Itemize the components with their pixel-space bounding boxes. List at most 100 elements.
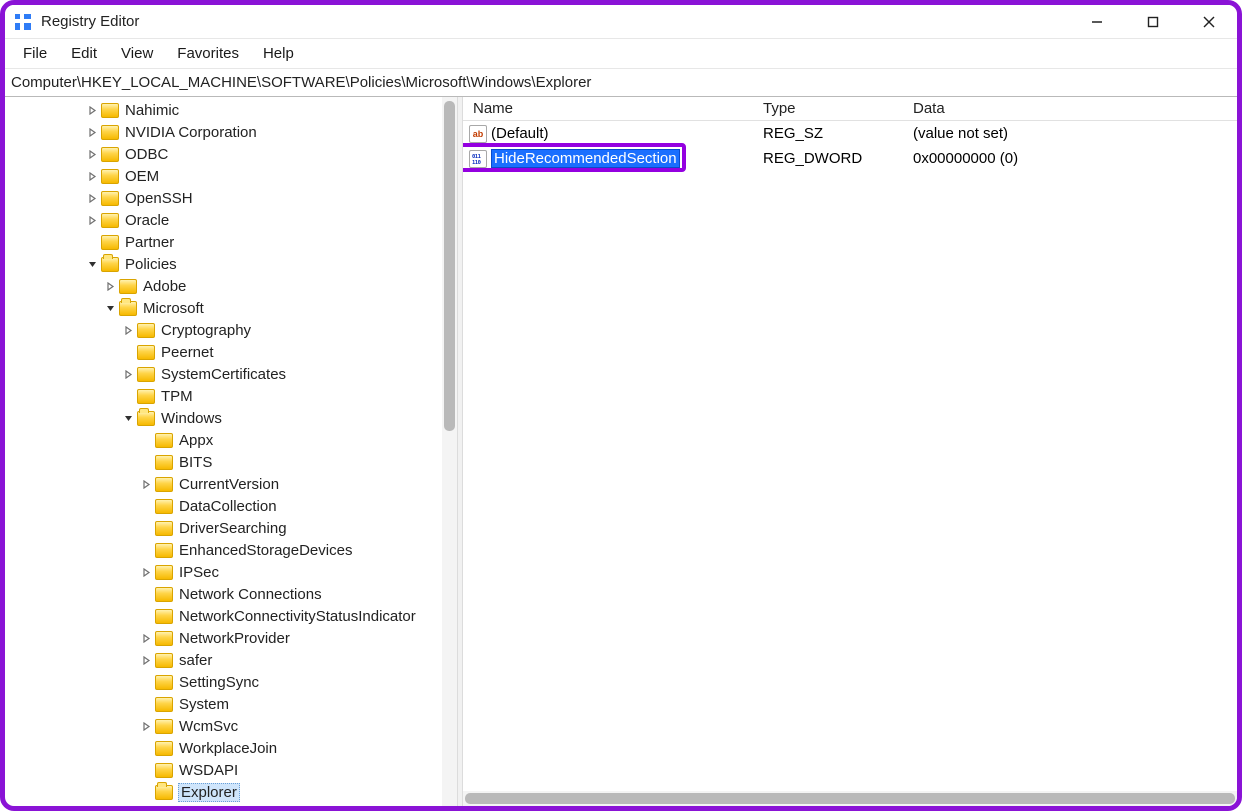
tree-pane[interactable]: Nahimic NVIDIA Corporation ODBC OEM OpenSSH O… [5, 97, 457, 806]
tree-node-label: NVIDIA Corporation [124, 124, 258, 141]
chevron-right-icon[interactable] [103, 279, 117, 293]
tree-node-adobe[interactable]: Adobe [5, 275, 457, 297]
chevron-right-icon[interactable] [85, 169, 99, 183]
chevron-right-icon[interactable] [85, 125, 99, 139]
tree-node-label: Windows [160, 410, 223, 427]
chevron-right-icon[interactable] [139, 565, 153, 579]
chevron-down-icon[interactable] [85, 257, 99, 271]
menu-help[interactable]: Help [251, 42, 306, 65]
tree-node-label: NetworkConnectivityStatusIndicator [178, 608, 417, 625]
value-data: 0x00000000 (0) [913, 150, 1237, 167]
tree-node-cryptography[interactable]: Cryptography [5, 319, 457, 341]
tree-node-nvidia-corporation[interactable]: NVIDIA Corporation [5, 121, 457, 143]
folder-icon [155, 763, 173, 778]
tree-node-networkconnectivitystatusindicator[interactable]: NetworkConnectivityStatusIndicator [5, 605, 457, 627]
close-button[interactable] [1181, 5, 1237, 38]
tree-node-windows[interactable]: Windows [5, 407, 457, 429]
chevron-right-icon[interactable] [139, 631, 153, 645]
tree-node-label: Nahimic [124, 102, 180, 119]
folder-icon [137, 323, 155, 338]
tree-node-oracle[interactable]: Oracle [5, 209, 457, 231]
chevron-right-icon[interactable] [139, 477, 153, 491]
tree-node-network-connections[interactable]: Network Connections [5, 583, 457, 605]
tree-node-bits[interactable]: BITS [5, 451, 457, 473]
folder-icon [155, 543, 173, 558]
tree-node-partner[interactable]: Partner [5, 231, 457, 253]
tree-node-wsdapi[interactable]: WSDAPI [5, 759, 457, 781]
tree-node-system[interactable]: System [5, 693, 457, 715]
expander-none [85, 235, 99, 249]
expander-none [121, 345, 135, 359]
tree-node-label: Explorer [178, 783, 240, 802]
tree-node-label: ODBC [124, 146, 169, 163]
column-name[interactable]: Name [463, 100, 763, 117]
tree-node-nahimic[interactable]: Nahimic [5, 99, 457, 121]
chevron-right-icon[interactable] [85, 191, 99, 205]
chevron-right-icon[interactable] [85, 147, 99, 161]
tree-node-settingsync[interactable]: SettingSync [5, 671, 457, 693]
tree-node-datacollection[interactable]: DataCollection [5, 495, 457, 517]
menu-favorites[interactable]: Favorites [165, 42, 251, 65]
folder-icon [137, 345, 155, 360]
values-hscrollbar-thumb[interactable] [465, 793, 1235, 804]
maximize-button[interactable] [1125, 5, 1181, 38]
chevron-right-icon[interactable] [139, 653, 153, 667]
tree-node-label: safer [178, 652, 213, 669]
tree-node-peernet[interactable]: Peernet [5, 341, 457, 363]
tree-node-safer[interactable]: safer [5, 649, 457, 671]
menu-file[interactable]: File [11, 42, 59, 65]
tree-node-label: Peernet [160, 344, 215, 361]
folder-icon [101, 125, 119, 140]
minimize-button[interactable] [1069, 5, 1125, 38]
value-row[interactable]: 011110HideRecommendedSectionREG_DWORD0x0… [463, 146, 1237, 171]
folder-icon [155, 719, 173, 734]
tree-node-odbc[interactable]: ODBC [5, 143, 457, 165]
tree-node-ipsec[interactable]: IPSec [5, 561, 457, 583]
tree-node-currentversion[interactable]: CurrentVersion [5, 473, 457, 495]
tree-node-microsoft[interactable]: Microsoft [5, 297, 457, 319]
folder-icon [137, 411, 155, 426]
value-row[interactable]: ab(Default)REG_SZ(value not set) [463, 121, 1237, 146]
tree-node-label: OEM [124, 168, 160, 185]
tree-node-oem[interactable]: OEM [5, 165, 457, 187]
tree-scrollbar[interactable] [442, 97, 457, 806]
tree-node-label: Oracle [124, 212, 170, 229]
tree-node-openssh[interactable]: OpenSSH [5, 187, 457, 209]
values-body[interactable]: ab(Default)REG_SZ(value not set)011110Hi… [463, 121, 1237, 806]
window-title: Registry Editor [41, 13, 1069, 30]
tree-node-workplacejoin[interactable]: WorkplaceJoin [5, 737, 457, 759]
chevron-right-icon[interactable] [85, 103, 99, 117]
tree-node-systemcertificates[interactable]: SystemCertificates [5, 363, 457, 385]
tree-node-policies[interactable]: Policies [5, 253, 457, 275]
column-data[interactable]: Data [913, 100, 1237, 117]
values-hscrollbar[interactable] [463, 791, 1237, 806]
chevron-right-icon[interactable] [85, 213, 99, 227]
address-bar[interactable]: Computer\HKEY_LOCAL_MACHINE\SOFTWARE\Pol… [5, 69, 1237, 97]
tree-node-enhancedstoragedevices[interactable]: EnhancedStorageDevices [5, 539, 457, 561]
menu-view[interactable]: View [109, 42, 165, 65]
tree-node-networkprovider[interactable]: NetworkProvider [5, 627, 457, 649]
chevron-right-icon[interactable] [139, 719, 153, 733]
value-name-editing[interactable]: HideRecommendedSection [491, 149, 680, 168]
tree-scrollbar-thumb[interactable] [444, 101, 455, 431]
column-type[interactable]: Type [763, 100, 913, 117]
tree-node-tpm[interactable]: TPM [5, 385, 457, 407]
folder-icon [101, 235, 119, 250]
tree-node-appx[interactable]: Appx [5, 429, 457, 451]
chevron-right-icon[interactable] [121, 323, 135, 337]
folder-icon [155, 697, 173, 712]
folder-icon [101, 147, 119, 162]
chevron-down-icon[interactable] [121, 411, 135, 425]
folder-icon [119, 301, 137, 316]
tree-node-wcmsvc[interactable]: WcmSvc [5, 715, 457, 737]
chevron-down-icon[interactable] [103, 301, 117, 315]
menu-edit[interactable]: Edit [59, 42, 109, 65]
folder-icon [101, 213, 119, 228]
chevron-right-icon[interactable] [121, 367, 135, 381]
tree-node-label: BITS [178, 454, 213, 471]
expander-none [139, 543, 153, 557]
dword-value-icon: 011110 [469, 150, 487, 168]
tree-node-driversearching[interactable]: DriverSearching [5, 517, 457, 539]
tree-node-label: DataCollection [178, 498, 278, 515]
tree-node-explorer[interactable]: Explorer [5, 781, 457, 803]
